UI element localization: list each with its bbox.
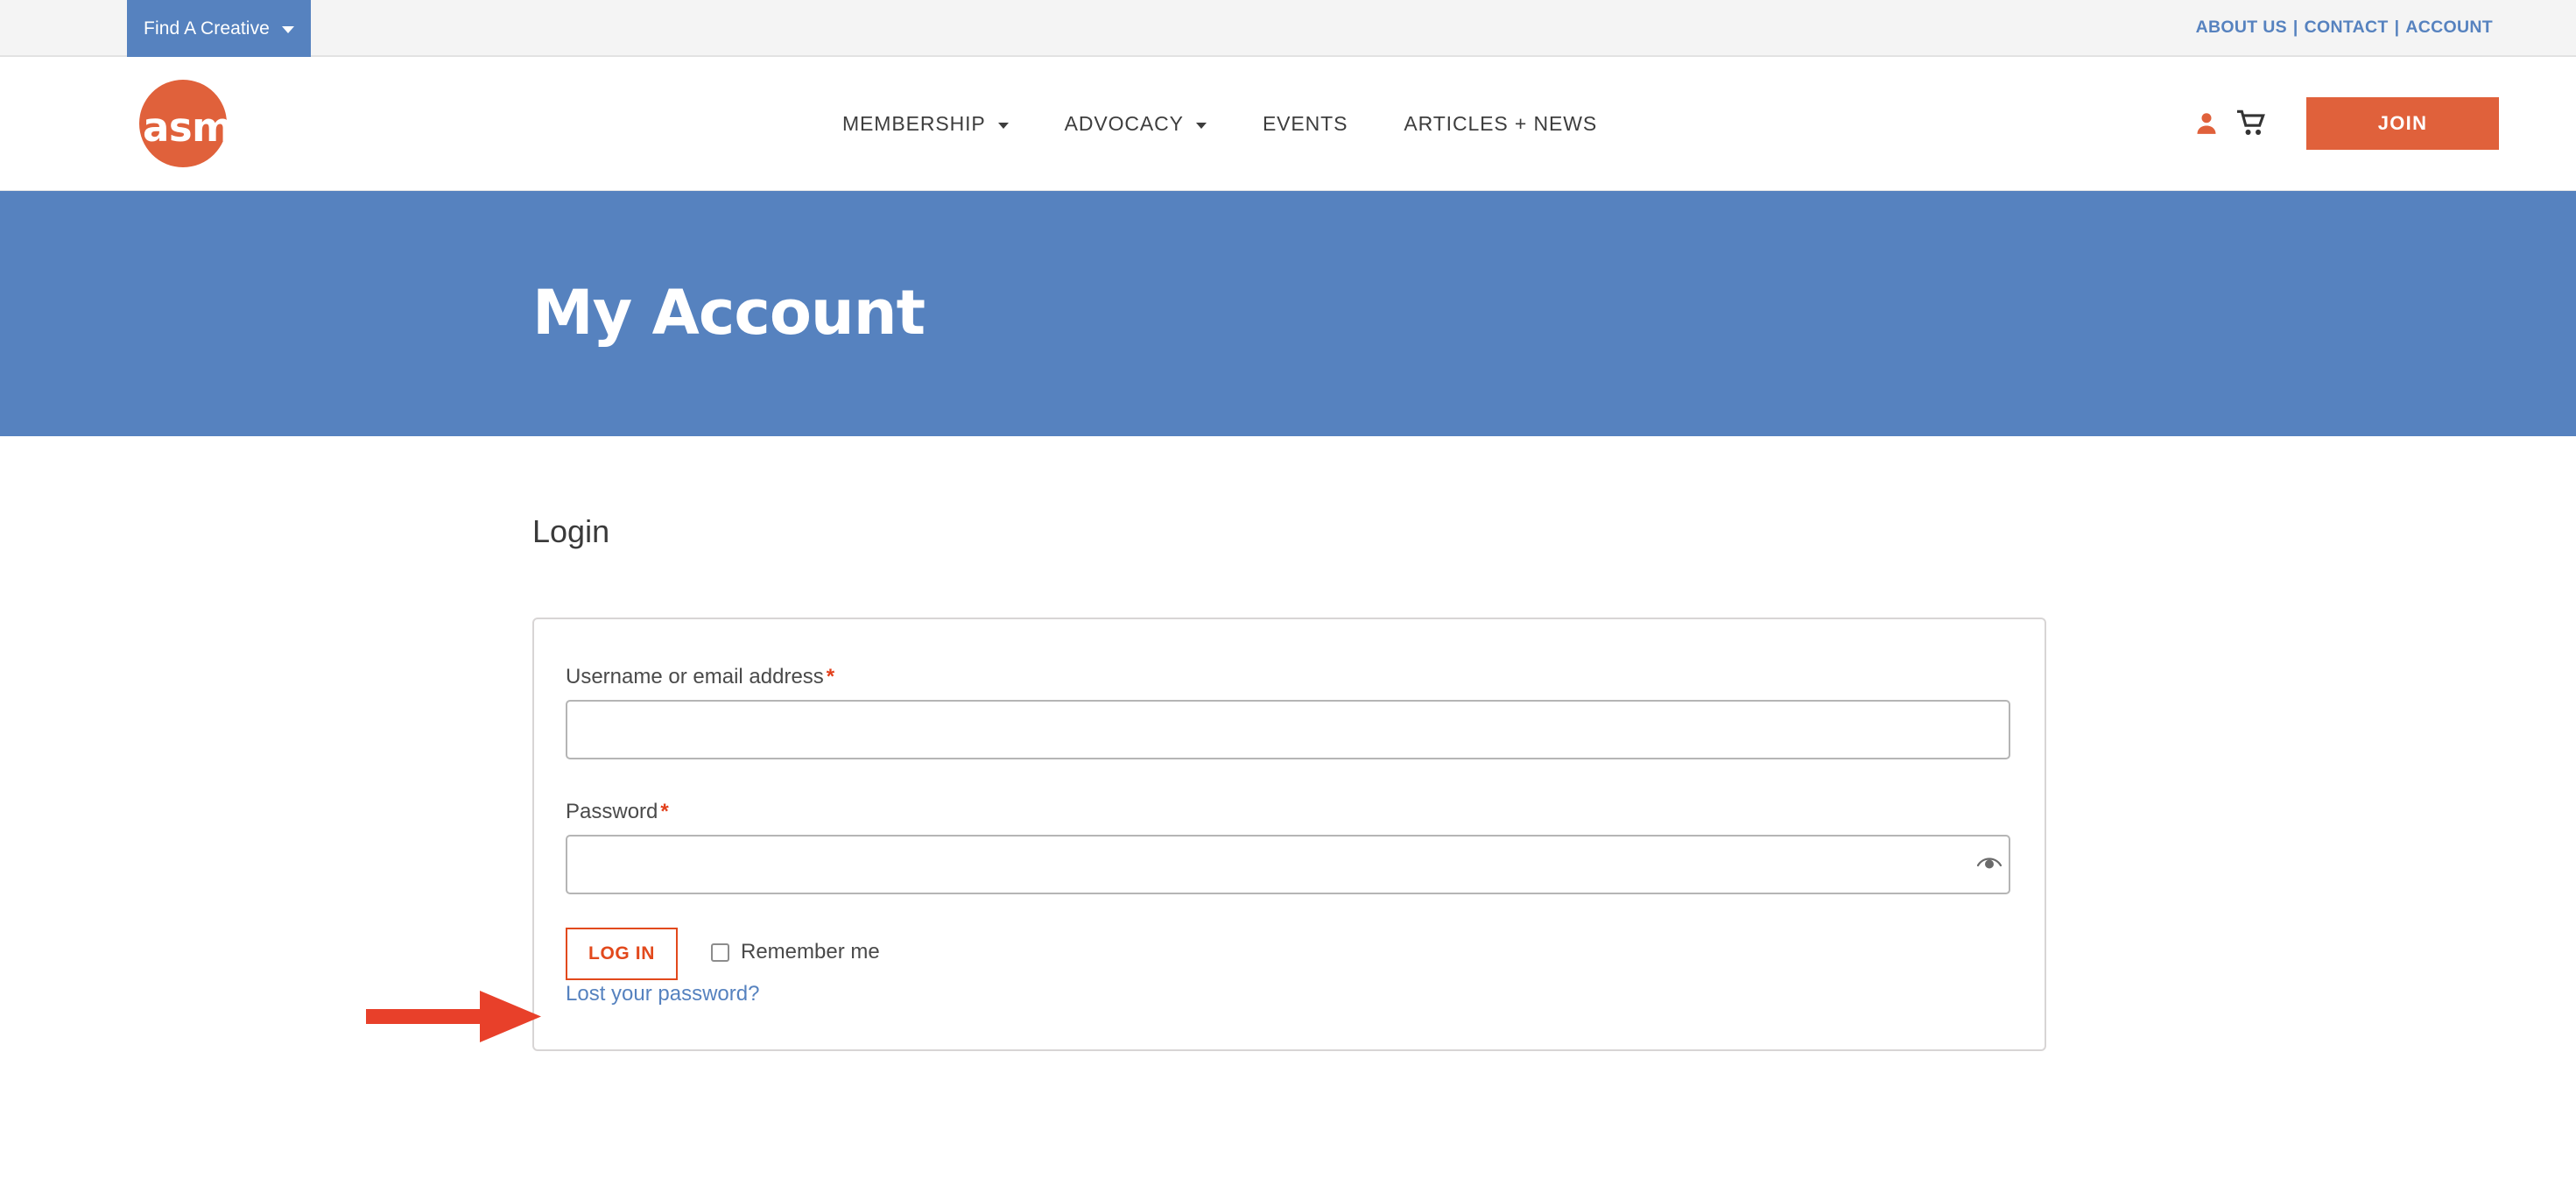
login-button[interactable]: LOG IN <box>566 928 678 980</box>
nav-item-events-label: EVENTS <box>1262 111 1348 135</box>
chevron-down-icon <box>997 122 1009 129</box>
page-title: My Account <box>532 277 926 349</box>
site-header: asmp MEMBERSHIP ADVOCACY EVENTS ARTICLES… <box>0 57 2576 191</box>
password-required-marker: * <box>660 800 669 823</box>
utility-link-separator-2: | <box>2394 18 2400 37</box>
username-input[interactable] <box>566 700 2010 759</box>
asmp-logo-circle-icon[interactable] <box>139 80 227 167</box>
nav-item-articles-news[interactable]: ARTICLES + NEWS <box>1376 112 1625 136</box>
nav-item-advocacy-label: ADVOCACY <box>1064 111 1184 135</box>
lost-password-link[interactable]: Lost your password? <box>566 982 759 1006</box>
utility-links: ABOUT US | CONTACT | ACCOUNT <box>2196 0 2493 55</box>
nav-item-events[interactable]: EVENTS <box>1235 112 1376 136</box>
username-label: Username or email address * <box>566 665 834 689</box>
utility-link-about-us[interactable]: ABOUT US <box>2196 18 2287 38</box>
header-right-actions: JOIN <box>2184 57 2499 190</box>
main-navigation: MEMBERSHIP ADVOCACY EVENTS ARTICLES + NE… <box>814 57 1625 190</box>
password-input[interactable] <box>566 835 2010 894</box>
find-a-creative-tab[interactable]: Find A Creative <box>127 0 311 57</box>
chevron-down-icon <box>281 26 294 33</box>
username-label-text: Username or email address <box>566 665 824 688</box>
utility-link-contact[interactable]: CONTACT <box>2305 18 2389 38</box>
remember-me-label: Remember me <box>741 940 880 964</box>
shopping-cart-icon[interactable] <box>2229 101 2275 146</box>
login-form: Username or email address * Password * LOG… <box>532 618 2046 1051</box>
user-icon[interactable] <box>2184 101 2229 146</box>
password-label-text: Password <box>566 800 658 823</box>
nav-item-articles-news-label: ARTICLES + NEWS <box>1404 111 1598 135</box>
chevron-down-icon <box>1195 122 1207 129</box>
find-a-creative-label: Find A Creative <box>144 18 270 39</box>
login-heading: Login <box>532 513 610 549</box>
remember-me-checkbox[interactable] <box>711 942 729 962</box>
utility-bar: Find A Creative ABOUT US | CONTACT | ACC… <box>0 0 2576 57</box>
nav-item-membership-label: MEMBERSHIP <box>842 111 986 135</box>
hero-banner: My Account <box>0 191 2576 436</box>
nav-item-membership[interactable]: MEMBERSHIP <box>814 112 1037 136</box>
utility-link-separator-1: | <box>2292 18 2298 37</box>
utility-link-account[interactable]: ACCOUNT <box>2405 18 2493 38</box>
username-required-marker: * <box>826 665 835 688</box>
remember-me-control[interactable]: Remember me <box>711 940 880 964</box>
password-label: Password * <box>566 800 669 824</box>
nav-item-advocacy[interactable]: ADVOCACY <box>1037 112 1235 136</box>
join-button[interactable]: JOIN <box>2306 97 2499 150</box>
eye-icon[interactable] <box>1974 851 2004 877</box>
